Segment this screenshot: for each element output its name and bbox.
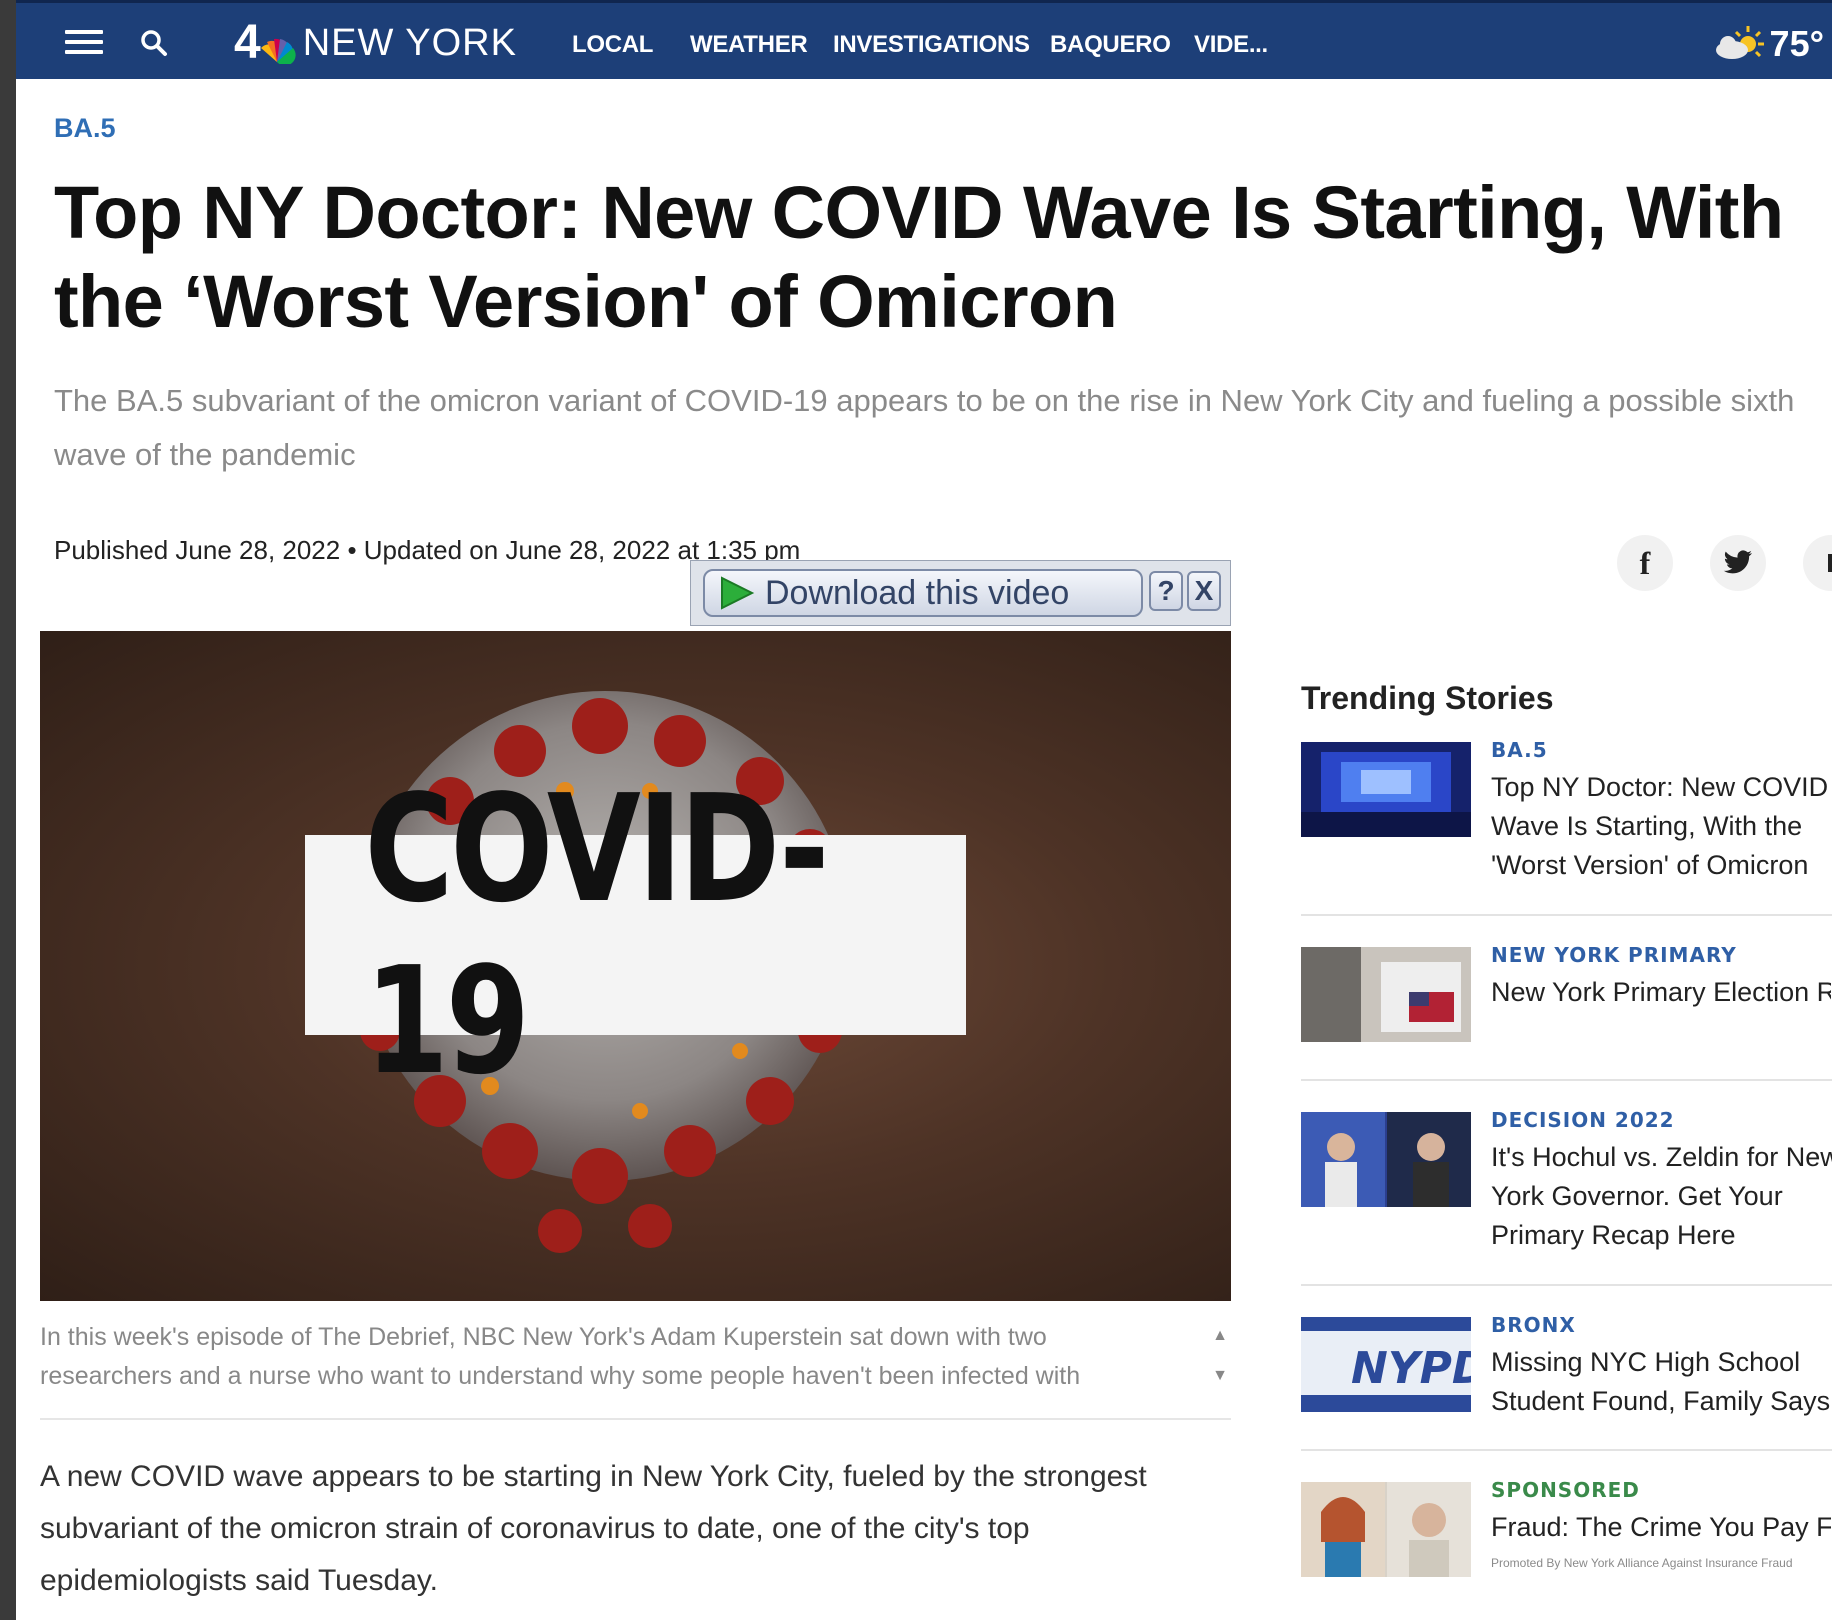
article-headline: Top NY Doctor: New COVID Wave Is Startin…: [54, 171, 1784, 343]
hamburger-menu-icon[interactable]: [65, 30, 103, 56]
trending-category[interactable]: BRONX: [1491, 1313, 1576, 1337]
trending-thumbnail-lab[interactable]: [1301, 742, 1471, 837]
partly-sunny-icon: [1715, 26, 1764, 59]
trending-category[interactable]: DECISION 2022: [1491, 1108, 1675, 1132]
caption-line-2: researchers and a nurse who want to unde…: [40, 1362, 1081, 1390]
play-icon: [721, 576, 755, 610]
video-title-text: COVID-19: [364, 763, 829, 1107]
logo-brand-text: NEW YORK: [302, 21, 517, 64]
trending-category[interactable]: NEW YORK PRIMARY: [1491, 943, 1737, 967]
trending-divider: [1301, 1079, 1832, 1081]
browser-page: 4 NEW YORK LOCAL WEATHER INVESTIGATIONS …: [16, 0, 1832, 1620]
more-share-icon: [1828, 554, 1832, 572]
trending-divider: [1301, 1449, 1832, 1451]
article-body-paragraph: A new COVID wave appears to be starting …: [40, 1460, 1147, 1597]
download-video-toolbar: Download this video ? X: [690, 560, 1231, 626]
caption-scroll-up-icon[interactable]: ▲: [1209, 1322, 1231, 1350]
trending-thumbnail-candidates[interactable]: [1301, 1112, 1471, 1207]
facebook-share-button[interactable]: f: [1617, 535, 1673, 591]
nav-link-video[interactable]: VIDE...: [1194, 31, 1268, 59]
nav-link-baquero[interactable]: BAQUERO: [1050, 31, 1171, 59]
logo-number: 4: [234, 16, 261, 69]
trending-headline[interactable]: Top NY Doctor: New COVID Wave Is Startin…: [1491, 768, 1832, 885]
sponsor-attribution: Promoted By New York Alliance Against In…: [1491, 1556, 1793, 1570]
temperature: 75°: [1769, 23, 1824, 64]
article-category[interactable]: BA.5: [54, 113, 116, 144]
nav-link-local[interactable]: LOCAL: [572, 31, 653, 59]
svg-text:NYPD: NYPD: [1351, 1343, 1471, 1394]
trending-headline[interactable]: New York Primary Election Results 2022: …: [1491, 973, 1831, 1012]
article-dek: The BA.5 subvariant of the omicron varia…: [54, 383, 1795, 472]
trending-thumbnail-nypd[interactable]: NYPD: [1301, 1317, 1471, 1412]
search-icon[interactable]: [138, 27, 170, 59]
more-share-button[interactable]: [1803, 535, 1832, 591]
facebook-icon: f: [1639, 544, 1651, 581]
weather-widget[interactable]: 75°: [1710, 23, 1824, 65]
video-player[interactable]: COVID-19: [40, 631, 1231, 1301]
trending-divider: [1301, 1284, 1832, 1286]
trending-category[interactable]: BA.5: [1491, 738, 1548, 762]
trending-headline[interactable]: It's Hochul vs. Zeldin for New York Gove…: [1491, 1138, 1832, 1255]
top-navigation-bar: 4 NEW YORK LOCAL WEATHER INVESTIGATIONS …: [16, 0, 1832, 79]
nav-link-weather[interactable]: WEATHER: [690, 31, 808, 59]
download-video-label: Download this video: [765, 573, 1070, 612]
trending-thumbnail-sponsored[interactable]: [1301, 1482, 1471, 1577]
sponsored-label: SPONSORED: [1491, 1478, 1640, 1502]
twitter-icon: [1723, 550, 1752, 574]
twitter-share-button[interactable]: [1710, 535, 1766, 591]
publish-date: Published June 28, 2022 • Updated on Jun…: [54, 535, 801, 565]
trending-thumbnail-voting[interactable]: [1301, 947, 1471, 1042]
nav-link-investigations[interactable]: INVESTIGATIONS: [833, 31, 1030, 59]
caption-scroll-down-icon[interactable]: ▼: [1209, 1362, 1231, 1390]
trending-headline[interactable]: Missing NYC High School Student Found, F…: [1491, 1343, 1832, 1421]
nbc-new-york-logo[interactable]: 4 NEW YORK: [234, 15, 517, 71]
trending-stories-heading: Trending Stories: [1301, 680, 1554, 716]
caption-line-1: In this week's episode of The Debrief, N…: [40, 1323, 1047, 1351]
video-caption: In this week's episode of The Debrief, N…: [40, 1318, 1200, 1396]
help-button[interactable]: ?: [1149, 571, 1183, 611]
download-video-button[interactable]: Download this video: [703, 569, 1143, 617]
peacock-icon: [260, 38, 296, 64]
close-button[interactable]: X: [1187, 571, 1221, 611]
video-title-card: COVID-19: [305, 763, 966, 1107]
trending-divider: [1301, 914, 1832, 916]
trending-headline[interactable]: Fraud: The Crime You Pay For: [1491, 1508, 1831, 1547]
caption-divider: [40, 1418, 1231, 1420]
